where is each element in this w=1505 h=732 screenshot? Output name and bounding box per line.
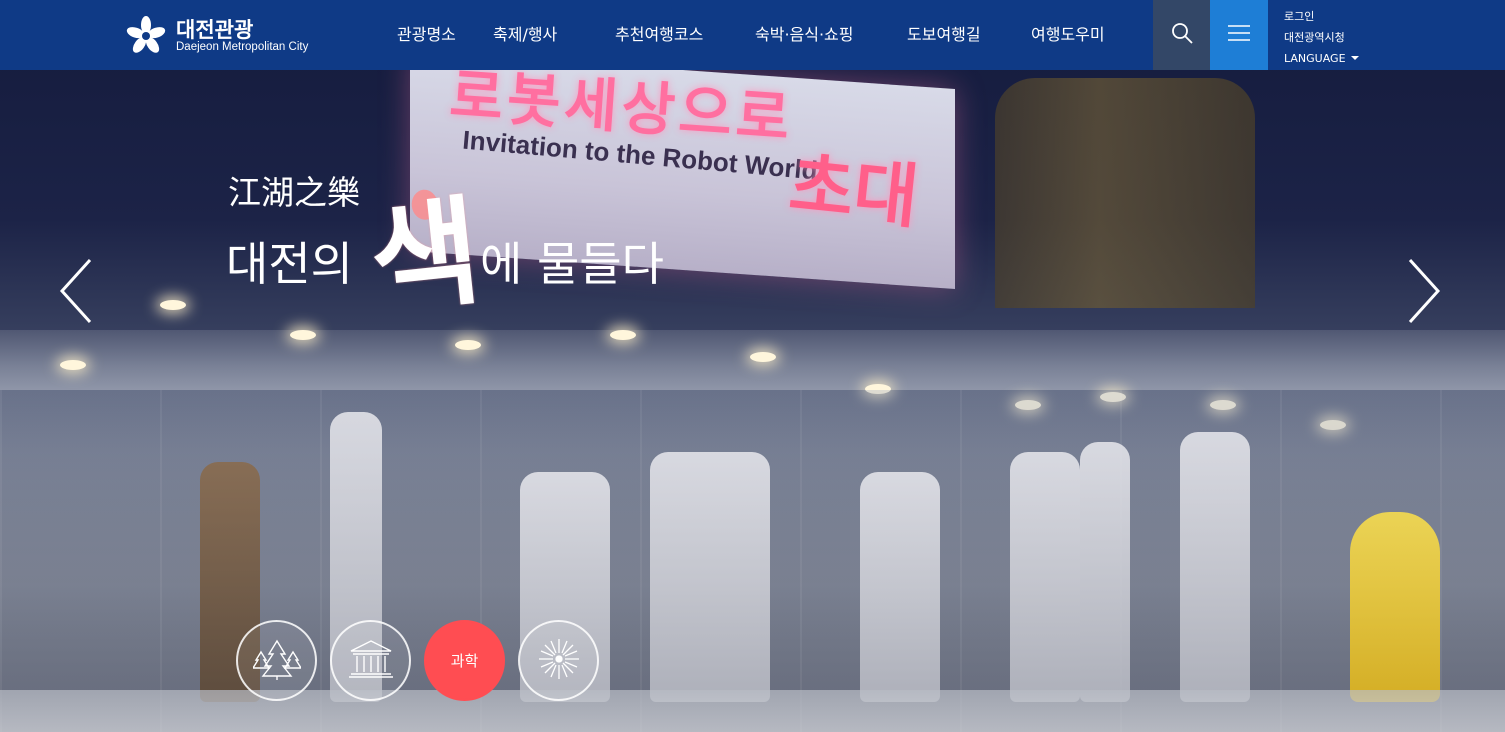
ceiling-lamp bbox=[455, 340, 481, 350]
caret-down-icon bbox=[1350, 56, 1359, 60]
carousel-next-button[interactable] bbox=[1406, 258, 1442, 324]
robot-figure bbox=[860, 472, 940, 702]
robot-figure bbox=[650, 452, 770, 702]
logo-title: 대전관광 bbox=[176, 18, 254, 42]
slogan-part-1: 대전의 bbox=[226, 237, 353, 291]
theme-selector: 과학 bbox=[236, 620, 612, 701]
theme-nature-button[interactable] bbox=[236, 620, 317, 701]
main-navigation: 관광명소 축제/행사 추천여행코스 숙박·음식·쇼핑 도보여행길 여행도우미 bbox=[380, 0, 1130, 70]
museum-building-icon bbox=[348, 639, 393, 683]
all-menu-button[interactable] bbox=[1210, 0, 1268, 70]
robot-figure bbox=[1010, 452, 1080, 702]
exhibit-floor bbox=[0, 690, 1505, 732]
search-button[interactable] bbox=[1153, 0, 1210, 70]
carousel-prev-button[interactable] bbox=[58, 258, 94, 324]
robot-figure bbox=[1080, 442, 1130, 702]
nav-stay-food-shopping[interactable]: 숙박·음식·쇼핑 bbox=[738, 0, 890, 70]
theme-science-label: 과학 bbox=[450, 652, 479, 670]
theme-festival-button[interactable] bbox=[518, 620, 599, 701]
sign-korean-text-2: 초대 bbox=[785, 143, 923, 239]
firework-icon bbox=[537, 637, 581, 685]
logo-subtitle: Daejeon Metropolitan City bbox=[176, 41, 309, 53]
slogan-color-character: 색 bbox=[361, 155, 487, 336]
site-header: 대전관광 Daejeon Metropolitan City 관광명소 축제/행… bbox=[0, 0, 1505, 70]
ceiling-lamp bbox=[750, 352, 776, 362]
forest-trees-icon bbox=[251, 638, 302, 684]
background-drum-structure bbox=[995, 78, 1255, 308]
nav-recommended-courses[interactable]: 추천여행코스 bbox=[598, 0, 738, 70]
search-icon bbox=[1170, 21, 1194, 49]
nav-walking-trails[interactable]: 도보여행길 bbox=[890, 0, 1014, 70]
chevron-left-icon bbox=[58, 258, 94, 328]
language-label: LANGUAGE bbox=[1284, 52, 1346, 65]
slogan-color-text: 색 bbox=[364, 180, 487, 331]
chevron-right-icon bbox=[1406, 258, 1442, 328]
theme-culture-button[interactable] bbox=[330, 620, 411, 701]
nav-festivals[interactable]: 축제/행사 bbox=[476, 0, 598, 70]
hamburger-menu-icon bbox=[1227, 23, 1251, 47]
ceiling-lamp bbox=[290, 330, 316, 340]
theme-science-button[interactable]: 과학 bbox=[424, 620, 505, 701]
utility-links: 로그인 대전광역시청 LANGUAGE bbox=[1284, 6, 1384, 69]
site-logo[interactable]: 대전관광 Daejeon Metropolitan City bbox=[126, 14, 326, 58]
ceiling-lamp bbox=[60, 360, 86, 370]
robot-figure bbox=[1180, 432, 1250, 702]
daejeon-star-logo-icon bbox=[126, 16, 166, 56]
language-dropdown[interactable]: LANGUAGE bbox=[1284, 48, 1384, 69]
city-hall-link[interactable]: 대전광역시청 bbox=[1284, 27, 1384, 48]
slogan-part-2: 에 물들다 bbox=[480, 237, 664, 291]
ceiling-lamp bbox=[610, 330, 636, 340]
nav-attractions[interactable]: 관광명소 bbox=[380, 0, 476, 70]
ceiling-lamp bbox=[160, 300, 186, 310]
robot-figure-yellow bbox=[1350, 512, 1440, 702]
hero-visual: 로봇세상으로 Invitation to the Robot World 초대 bbox=[0, 0, 1505, 732]
slogan-hanja: 江湖之樂 bbox=[228, 173, 360, 212]
nav-travel-helper[interactable]: 여행도우미 bbox=[1014, 0, 1130, 70]
login-link[interactable]: 로그인 bbox=[1284, 6, 1384, 27]
